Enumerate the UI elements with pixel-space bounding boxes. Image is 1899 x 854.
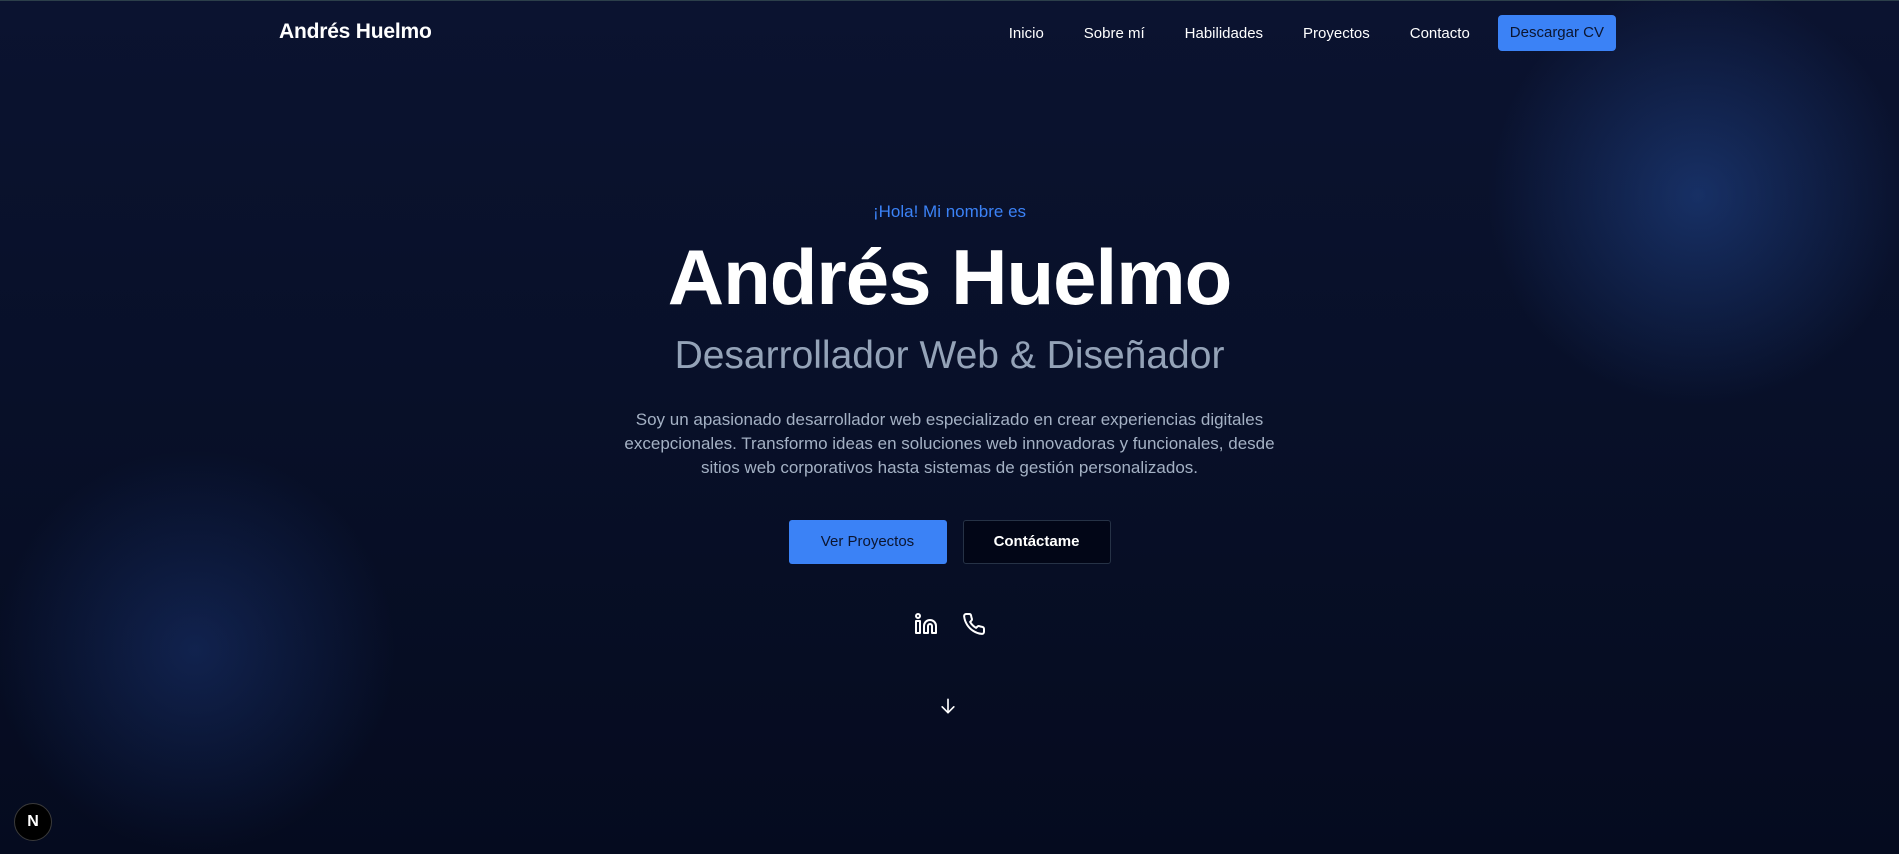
hero-name: Andrés Huelmo [667, 233, 1232, 321]
hero-section: ¡Hola! Mi nombre es Andrés Huelmo Desarr… [0, 0, 1899, 854]
arrow-down-icon[interactable] [938, 696, 958, 716]
dev-badge-label: N [27, 813, 39, 830]
contact-me-button[interactable]: Contáctame [962, 520, 1111, 564]
hero-greeting: ¡Hola! Mi nombre es [872, 202, 1027, 221]
phone-icon[interactable] [962, 612, 986, 636]
hero-bio: Soy un apasionado desarrollador web espe… [624, 410, 1275, 477]
nextjs-icon[interactable]: N [14, 803, 52, 841]
linkedin-icon[interactable] [914, 612, 938, 636]
hero-actions: Ver Proyectos Contáctame [0, 520, 1899, 564]
view-projects-button[interactable]: Ver Proyectos [788, 520, 947, 564]
hero-role: Desarrollador Web & Diseñador [674, 334, 1225, 377]
social-links [0, 612, 1899, 636]
